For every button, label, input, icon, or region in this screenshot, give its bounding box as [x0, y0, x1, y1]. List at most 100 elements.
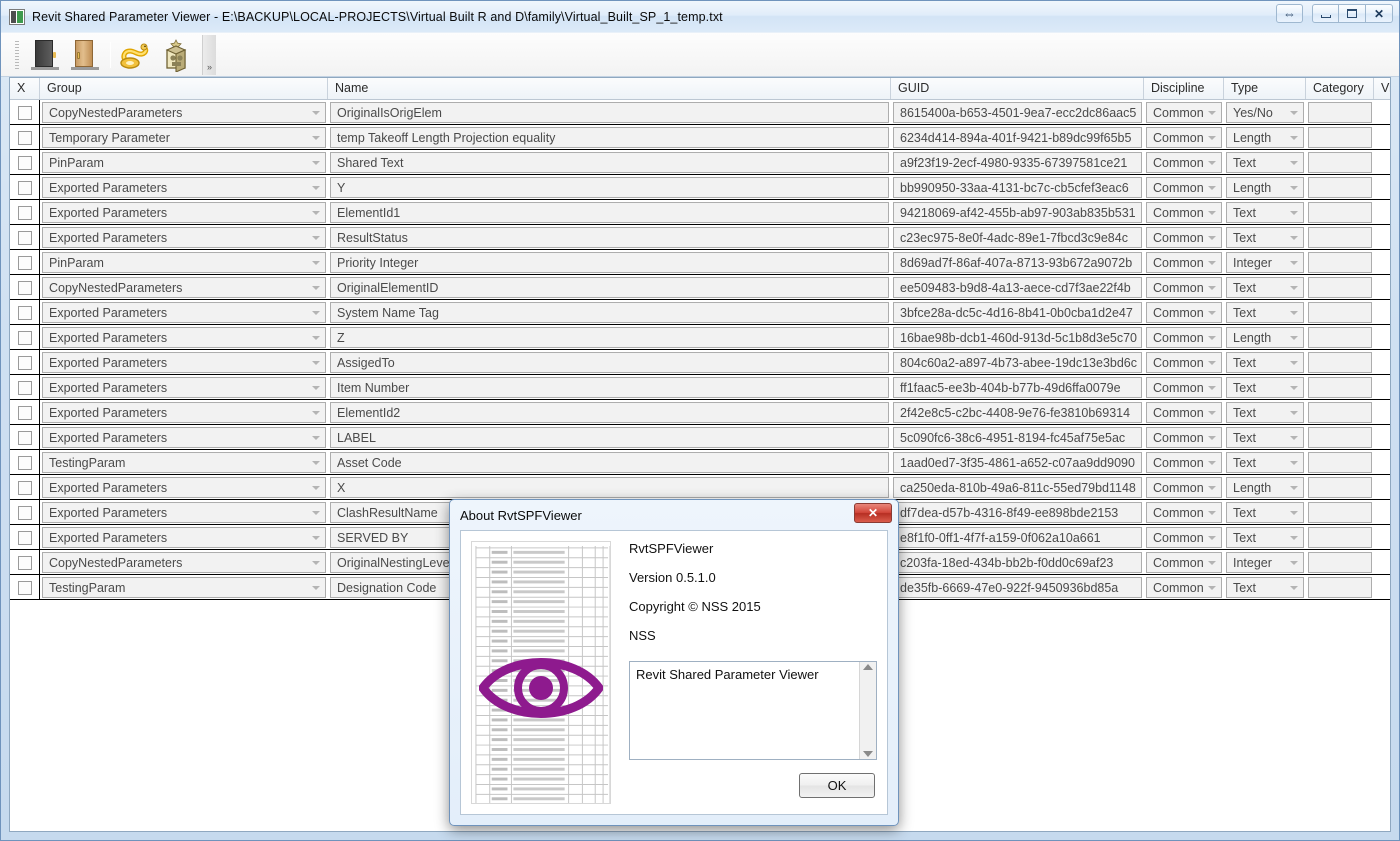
guid-field[interactable]: c203fa-18ed-434b-bb2b-f0dd0c69af23 [893, 552, 1142, 573]
scroll-up-icon[interactable] [863, 664, 873, 670]
chevron-down-icon[interactable] [1290, 211, 1298, 215]
visible-cell[interactable] [1374, 575, 1391, 600]
name-field-cell[interactable]: ElementId1 [328, 200, 891, 225]
row-select-checkbox[interactable] [18, 556, 32, 570]
discipline-combo[interactable]: Common [1146, 452, 1222, 473]
type-combo-cell[interactable]: Length [1224, 125, 1306, 150]
column-header-visible[interactable]: Visible [1374, 78, 1391, 99]
visible-cell[interactable] [1374, 300, 1391, 325]
guid-field-cell[interactable]: 5c090fc6-38c6-4951-8194-fc45af75e5ac [891, 425, 1144, 450]
chevron-down-icon[interactable] [1208, 211, 1216, 215]
figurine-button[interactable] [156, 35, 196, 75]
group-combo-cell[interactable]: Exported Parameters [40, 400, 328, 425]
name-field-cell[interactable]: OriginalIsOrigElem [328, 100, 891, 125]
chevron-down-icon[interactable] [1208, 436, 1216, 440]
category-combo[interactable] [1308, 127, 1372, 148]
group-combo-cell[interactable]: Exported Parameters [40, 525, 328, 550]
name-field[interactable]: temp Takeoff Length Projection equality [330, 127, 889, 148]
chevron-down-icon[interactable] [1208, 461, 1216, 465]
row-select-cell[interactable] [10, 525, 40, 550]
table-row[interactable]: Exported ParametersElementId194218069-af… [10, 200, 1390, 225]
guid-field-cell[interactable]: 8d69ad7f-86af-407a-8713-93b672a9072b [891, 250, 1144, 275]
chevron-down-icon[interactable] [312, 536, 320, 540]
type-combo-cell[interactable]: Length [1224, 475, 1306, 500]
type-combo-cell[interactable]: Text [1224, 575, 1306, 600]
category-combo[interactable] [1308, 552, 1372, 573]
chevron-down-icon[interactable] [1290, 161, 1298, 165]
category-combo[interactable] [1308, 477, 1372, 498]
category-combo-cell[interactable] [1306, 125, 1374, 150]
type-combo-cell[interactable]: Length [1224, 175, 1306, 200]
discipline-combo[interactable]: Common [1146, 127, 1222, 148]
table-row[interactable]: Exported ParametersSystem Name Tag3bfce2… [10, 300, 1390, 325]
guid-field-cell[interactable]: 8615400a-b653-4501-9ea7-ecc2dc86aac5 [891, 100, 1144, 125]
discipline-combo-cell[interactable]: Common [1144, 275, 1224, 300]
type-combo-cell[interactable]: Text [1224, 150, 1306, 175]
table-row[interactable]: Exported ParametersYbb990950-33aa-4131-b… [10, 175, 1390, 200]
row-select-checkbox[interactable] [18, 231, 32, 245]
discipline-combo[interactable]: Common [1146, 252, 1222, 273]
chevron-down-icon[interactable] [1208, 111, 1216, 115]
discipline-combo[interactable]: Common [1146, 152, 1222, 173]
category-combo[interactable] [1308, 352, 1372, 373]
table-row[interactable]: CopyNestedParametersOriginalIsOrigElem86… [10, 100, 1390, 125]
name-field-cell[interactable]: ElementId2 [328, 400, 891, 425]
type-combo[interactable]: Text [1226, 202, 1304, 223]
category-combo-cell[interactable] [1306, 350, 1374, 375]
group-combo[interactable]: Exported Parameters [42, 302, 326, 323]
type-combo[interactable]: Text [1226, 502, 1304, 523]
guid-field[interactable]: 1aad0ed7-3f35-4861-a652-c07aa9dd9090 [893, 452, 1142, 473]
chevron-down-icon[interactable] [1290, 511, 1298, 515]
discipline-combo[interactable]: Common [1146, 477, 1222, 498]
chevron-down-icon[interactable] [1208, 386, 1216, 390]
type-combo[interactable]: Length [1226, 327, 1304, 348]
guid-field-cell[interactable]: c203fa-18ed-434b-bb2b-f0dd0c69af23 [891, 550, 1144, 575]
category-combo-cell[interactable] [1306, 200, 1374, 225]
name-field[interactable]: ElementId2 [330, 402, 889, 423]
chevron-down-icon[interactable] [312, 461, 320, 465]
group-combo[interactable]: Exported Parameters [42, 202, 326, 223]
row-select-checkbox[interactable] [18, 206, 32, 220]
chevron-down-icon[interactable] [312, 436, 320, 440]
chevron-down-icon[interactable] [1290, 411, 1298, 415]
chevron-down-icon[interactable] [1208, 261, 1216, 265]
row-select-checkbox[interactable] [18, 131, 32, 145]
name-field[interactable]: Y [330, 177, 889, 198]
column-header-category[interactable]: Category [1306, 78, 1374, 99]
table-row[interactable]: Temporary Parametertemp Takeoff Length P… [10, 125, 1390, 150]
row-select-cell[interactable] [10, 575, 40, 600]
row-select-cell[interactable] [10, 400, 40, 425]
chevron-down-icon[interactable] [1290, 461, 1298, 465]
column-header-x[interactable]: X [10, 78, 40, 99]
category-combo[interactable] [1308, 202, 1372, 223]
chevron-down-icon[interactable] [1290, 336, 1298, 340]
category-combo-cell[interactable] [1306, 100, 1374, 125]
type-combo[interactable]: Integer [1226, 252, 1304, 273]
category-combo[interactable] [1308, 402, 1372, 423]
row-select-checkbox[interactable] [18, 156, 32, 170]
visible-cell[interactable] [1374, 325, 1391, 350]
row-select-cell[interactable] [10, 450, 40, 475]
group-combo[interactable]: Exported Parameters [42, 502, 326, 523]
chevron-down-icon[interactable] [312, 211, 320, 215]
type-combo-cell[interactable]: Text [1224, 525, 1306, 550]
chevron-down-icon[interactable] [1290, 486, 1298, 490]
guid-field[interactable]: 6234d414-894a-401f-9421-b89dc99f65b5 [893, 127, 1142, 148]
column-header-discipline[interactable]: Discipline [1144, 78, 1224, 99]
name-field-cell[interactable]: temp Takeoff Length Projection equality [328, 125, 891, 150]
row-select-checkbox[interactable] [18, 581, 32, 595]
chevron-down-icon[interactable] [1208, 161, 1216, 165]
discipline-combo-cell[interactable]: Common [1144, 500, 1224, 525]
name-field-cell[interactable]: X [328, 475, 891, 500]
name-field-cell[interactable]: Y [328, 175, 891, 200]
discipline-combo-cell[interactable]: Common [1144, 150, 1224, 175]
name-field[interactable]: ResultStatus [330, 227, 889, 248]
group-combo[interactable]: TestingParam [42, 452, 326, 473]
type-combo-cell[interactable]: Text [1224, 225, 1306, 250]
category-combo-cell[interactable] [1306, 225, 1374, 250]
minimize-button[interactable] [1312, 4, 1339, 23]
snake-button[interactable] [116, 35, 156, 75]
category-combo[interactable] [1308, 227, 1372, 248]
discipline-combo-cell[interactable]: Common [1144, 100, 1224, 125]
maximize-button[interactable] [1339, 4, 1366, 23]
